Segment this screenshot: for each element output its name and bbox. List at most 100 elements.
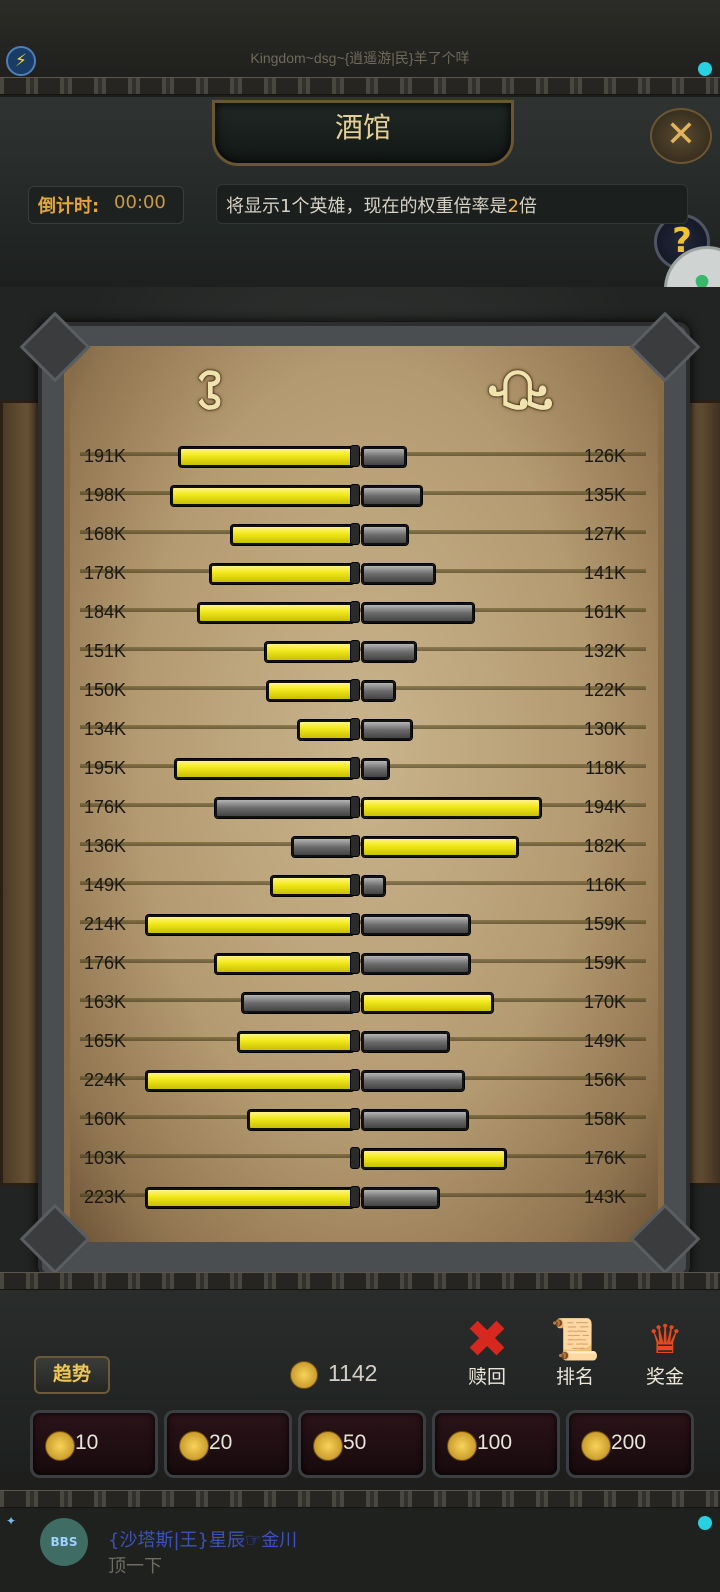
- right-value: 194K: [583, 797, 626, 817]
- left-bar: [215, 954, 354, 974]
- center-divider: [350, 718, 360, 740]
- right-bar: [362, 993, 493, 1013]
- left-bar: [146, 1188, 354, 1208]
- scroll-icon: 📜: [550, 1317, 600, 1363]
- bet-button-20[interactable]: 20: [164, 1410, 292, 1478]
- left-value: 134K: [84, 719, 127, 739]
- right-bar: [362, 564, 435, 584]
- matchup-row: 136K 182K: [76, 830, 650, 869]
- center-divider: [350, 835, 360, 857]
- left-bar: [231, 525, 354, 545]
- chain-border: [0, 77, 720, 95]
- chat-message: 顶一下: [108, 1556, 162, 1577]
- bet-button-100[interactable]: 100: [432, 1410, 560, 1478]
- matchup-row: 165K 149K: [76, 1025, 650, 1064]
- matchup-row: 195K 118K: [76, 752, 650, 791]
- bet-button-50[interactable]: 50: [298, 1410, 426, 1478]
- left-value: 136K: [84, 836, 127, 856]
- left-value: 214K: [84, 914, 127, 934]
- server-title: Kingdom~dsg~{逍遥游|民}羊了个咩: [250, 50, 470, 66]
- right-value: 159K: [583, 953, 626, 973]
- chat-username[interactable]: {沙塔斯|王}星辰☞金川: [108, 1526, 297, 1552]
- bet-button-200[interactable]: 200: [566, 1410, 694, 1478]
- left-bar: [171, 486, 354, 506]
- right-bar: [362, 837, 518, 857]
- right-bar: [362, 603, 474, 623]
- bet-amount: 100: [477, 1431, 513, 1454]
- bonus-label: 奖金: [645, 1366, 684, 1388]
- left-bar: [179, 447, 354, 467]
- right-bar: [362, 681, 395, 701]
- matchup-row: 224K 156K: [76, 1064, 650, 1103]
- center-divider: [350, 445, 360, 467]
- center-divider: [350, 796, 360, 818]
- center-divider: [350, 679, 360, 701]
- right-bar: [362, 1110, 468, 1130]
- right-value: 118K: [585, 758, 626, 778]
- coin-icon: [179, 1431, 209, 1461]
- bet-amount: 200: [611, 1431, 647, 1454]
- matchup-row: 168K 127K: [76, 518, 650, 557]
- left-bar: [248, 1110, 354, 1130]
- left-value: 176K: [84, 953, 127, 973]
- coin-icon: [45, 1431, 75, 1461]
- chain-border: [0, 1272, 720, 1290]
- coin-icon: [581, 1431, 611, 1461]
- left-value: 224K: [84, 1070, 127, 1090]
- left-bar: [292, 837, 354, 857]
- matchup-row: 134K 130K: [76, 713, 650, 752]
- left-bar: [198, 603, 354, 623]
- center-divider: [350, 913, 360, 935]
- matchup-row: 176K 159K: [76, 947, 650, 986]
- left-value: 168K: [84, 524, 127, 544]
- left-bar: [146, 1071, 354, 1091]
- left-value: 149K: [84, 875, 127, 895]
- right-value: 182K: [583, 836, 626, 856]
- right-value: 156K: [583, 1070, 626, 1090]
- rank-label: 排名: [555, 1366, 594, 1388]
- right-bar: [362, 954, 470, 974]
- page-title: 酒馆: [334, 111, 391, 144]
- left-value: 165K: [84, 1031, 127, 1051]
- redeem-button[interactable]: ✖ 赎回: [452, 1314, 522, 1389]
- right-value: 122K: [583, 680, 626, 700]
- close-icon[interactable]: ✕: [650, 108, 712, 164]
- coin-icon: [447, 1431, 477, 1461]
- right-value: 132K: [583, 641, 626, 661]
- left-value: 184K: [84, 602, 127, 622]
- bet-button-10[interactable]: 10: [30, 1410, 158, 1478]
- right-value: 141K: [583, 563, 626, 583]
- matchup-row: 103K 176K: [76, 1142, 650, 1181]
- matchup-row: 223K 143K: [76, 1181, 650, 1220]
- rank-button[interactable]: 📜 排名: [540, 1318, 610, 1389]
- center-divider: [350, 952, 360, 974]
- right-bar: [362, 486, 422, 506]
- bet-amount: 50: [343, 1431, 367, 1454]
- countdown-value: 00:00: [114, 192, 166, 213]
- right-value: 149K: [583, 1031, 626, 1051]
- right-bar: [362, 1032, 449, 1052]
- matchup-row: 150K 122K: [76, 674, 650, 713]
- right-value: 135K: [583, 485, 626, 505]
- matchup-row: 160K 158K: [76, 1103, 650, 1142]
- left-bar: [298, 720, 354, 740]
- bbs-icon[interactable]: BBS: [40, 1518, 88, 1566]
- center-divider: [350, 1108, 360, 1130]
- left-value: 195K: [84, 758, 127, 778]
- right-rune-icon: ꘐ: [486, 362, 555, 422]
- left-value: 198K: [84, 485, 127, 505]
- center-divider: [350, 562, 360, 584]
- left-bar: [271, 876, 354, 896]
- left-value: 223K: [84, 1187, 127, 1207]
- matchup-row: 198K 135K: [76, 479, 650, 518]
- coin-icon: [290, 1361, 318, 1389]
- bonus-button[interactable]: ♛ 奖金: [630, 1318, 700, 1389]
- center-divider: [350, 601, 360, 623]
- right-value: 130K: [583, 719, 626, 739]
- redeem-label: 赎回: [467, 1366, 506, 1388]
- left-value: 103K: [84, 1148, 127, 1168]
- matchup-row: 149K 116K: [76, 869, 650, 908]
- trend-button[interactable]: 趋势: [34, 1356, 110, 1394]
- left-bar: [175, 759, 354, 779]
- matchup-row: 151K 132K: [76, 635, 650, 674]
